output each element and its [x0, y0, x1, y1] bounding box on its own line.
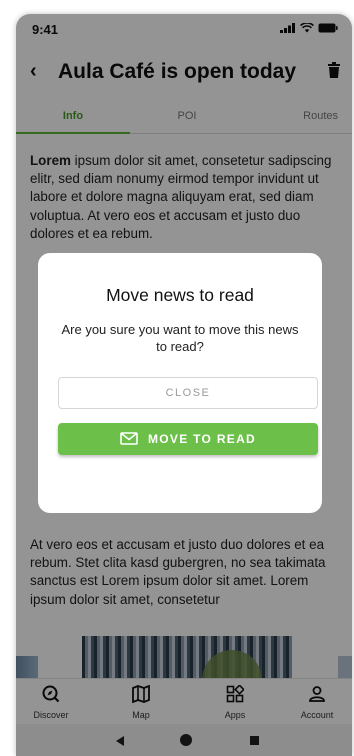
close-button[interactable]: CLOSE — [58, 377, 318, 409]
move-to-read-label: MOVE TO READ — [147, 432, 257, 446]
dialog-message: Are you sure you want to move this news … — [61, 322, 299, 354]
move-to-read-button[interactable]: MOVE TO READ — [58, 423, 318, 455]
confirm-dialog: Move news to read Are you sure you want … — [38, 253, 322, 513]
mail-icon — [120, 432, 138, 445]
dialog-title: Move news to read — [106, 285, 254, 305]
